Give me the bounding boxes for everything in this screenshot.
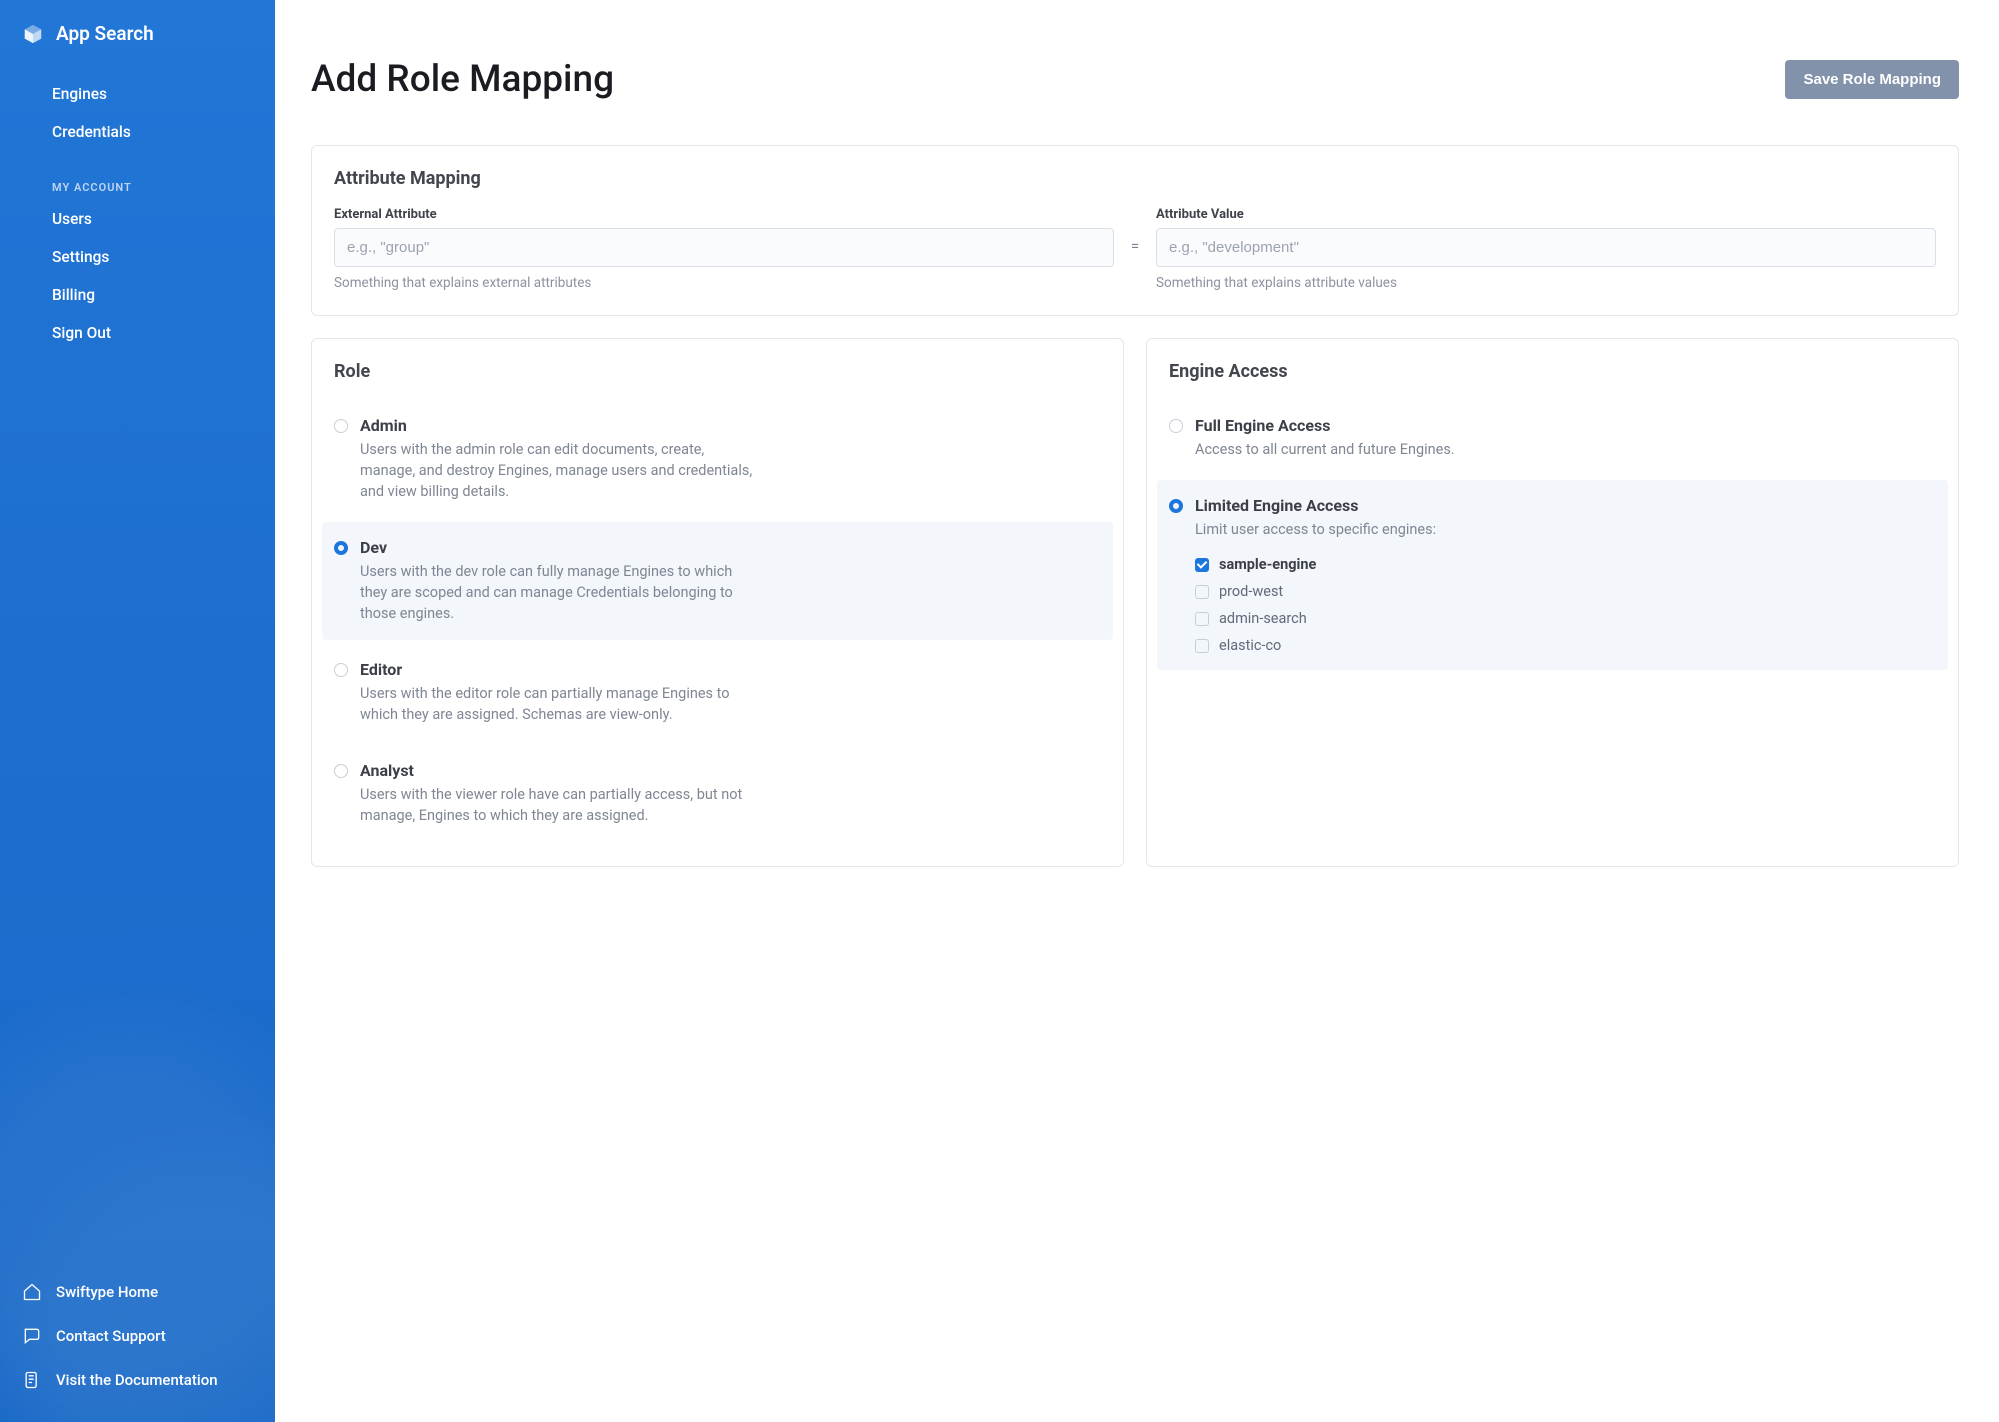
role-radio-list: Admin Users with the admin role can edit … xyxy=(322,400,1113,842)
brand: App Search xyxy=(0,0,275,67)
role-option-title: Dev xyxy=(360,538,1101,557)
radio-body: Full Engine Access Access to all current… xyxy=(1195,416,1936,460)
home-icon xyxy=(22,1282,42,1302)
engine-access-title: Engine Access xyxy=(1169,361,1936,382)
engine-item[interactable]: elastic-co xyxy=(1195,637,1936,654)
engine-item[interactable]: admin-search xyxy=(1195,610,1936,627)
role-option-dev[interactable]: Dev Users with the dev role can fully man… xyxy=(322,522,1113,640)
radio-icon[interactable] xyxy=(334,419,348,433)
role-option-title: Analyst xyxy=(360,761,1101,780)
role-option-title: Admin xyxy=(360,416,1101,435)
role-panel: Role Admin Users with the admin role can … xyxy=(311,338,1124,867)
engine-label: admin-search xyxy=(1219,610,1307,627)
nav-item-billing[interactable]: Billing xyxy=(0,276,275,314)
app-search-box-icon xyxy=(22,23,44,45)
save-role-mapping-button[interactable]: Save Role Mapping xyxy=(1785,60,1959,99)
access-full-desc: Access to all current and future Engines… xyxy=(1195,439,1590,460)
engine-item[interactable]: prod-west xyxy=(1195,583,1936,600)
main-content: Add Role Mapping Save Role Mapping Attri… xyxy=(275,0,1995,1422)
attribute-value-input[interactable] xyxy=(1156,228,1936,267)
footer-label: Swiftype Home xyxy=(56,1283,158,1301)
footer-swiftype-home[interactable]: Swiftype Home xyxy=(0,1270,275,1314)
radio-body: Analyst Users with the viewer role have c… xyxy=(360,761,1101,826)
attribute-mapping-panel: Attribute Mapping External Attribute Som… xyxy=(311,145,1959,316)
attribute-row: External Attribute Something that explai… xyxy=(334,207,1936,291)
role-option-title: Editor xyxy=(360,660,1101,679)
radio-icon[interactable] xyxy=(334,541,348,555)
page-title: Add Role Mapping xyxy=(311,58,614,101)
checkbox-icon[interactable] xyxy=(1195,639,1209,653)
equals-sign: = xyxy=(1128,207,1142,255)
engine-access-panel: Engine Access Full Engine Access Access … xyxy=(1146,338,1959,867)
engine-label: prod-west xyxy=(1219,583,1283,600)
attribute-value-label: Attribute Value xyxy=(1156,207,1936,222)
role-option-editor[interactable]: Editor Users with the editor role can par… xyxy=(322,644,1113,741)
radio-body: Editor Users with the editor role can par… xyxy=(360,660,1101,725)
nav-item-engines[interactable]: Engines xyxy=(0,75,275,113)
attribute-mapping-title: Attribute Mapping xyxy=(334,168,1936,189)
access-full-title: Full Engine Access xyxy=(1195,416,1936,435)
radio-body: Limited Engine Access Limit user access … xyxy=(1195,496,1936,654)
role-option-analyst[interactable]: Analyst Users with the viewer role have c… xyxy=(322,745,1113,842)
role-option-desc: Users with the admin role can edit docum… xyxy=(360,439,755,502)
engine-label: elastic-co xyxy=(1219,637,1281,654)
radio-icon[interactable] xyxy=(1169,499,1183,513)
footer-label: Visit the Documentation xyxy=(56,1371,218,1389)
access-limited-title: Limited Engine Access xyxy=(1195,496,1936,515)
role-option-desc: Users with the dev role can fully manage… xyxy=(360,561,755,624)
engine-item[interactable]: sample-engine xyxy=(1195,556,1936,573)
radio-icon[interactable] xyxy=(1169,419,1183,433)
chat-icon xyxy=(22,1326,42,1346)
checkbox-icon[interactable] xyxy=(1195,612,1209,626)
role-option-admin[interactable]: Admin Users with the admin role can edit … xyxy=(322,400,1113,518)
radio-body: Dev Users with the dev role can fully man… xyxy=(360,538,1101,624)
external-attribute-label: External Attribute xyxy=(334,207,1114,222)
engine-list: sample-engine prod-west admin-search elasti… xyxy=(1195,556,1936,654)
brand-title: App Search xyxy=(56,22,154,45)
radio-body: Admin Users with the admin role can edit … xyxy=(360,416,1101,502)
footer-label: Contact Support xyxy=(56,1327,166,1345)
attribute-value-col: Attribute Value Something that explains … xyxy=(1156,207,1936,291)
radio-icon[interactable] xyxy=(334,764,348,778)
footer-contact-support[interactable]: Contact Support xyxy=(0,1314,275,1358)
role-option-desc: Users with the editor role can partially… xyxy=(360,683,755,725)
nav-item-settings[interactable]: Settings xyxy=(0,238,275,276)
nav-item-users[interactable]: Users xyxy=(0,200,275,238)
nav-account-label: MY ACCOUNT xyxy=(0,167,275,200)
footer-documentation[interactable]: Visit the Documentation xyxy=(0,1358,275,1402)
external-attribute-help: Something that explains external attribu… xyxy=(334,275,1114,291)
radio-icon[interactable] xyxy=(334,663,348,677)
nav-item-sign-out[interactable]: Sign Out xyxy=(0,314,275,352)
sidebar-footer: Swiftype Home Contact Support Visit the … xyxy=(0,1256,275,1422)
external-attribute-input[interactable] xyxy=(334,228,1114,267)
access-radio-list: Full Engine Access Access to all current… xyxy=(1157,400,1948,670)
checkbox-icon[interactable] xyxy=(1195,585,1209,599)
access-option-limited[interactable]: Limited Engine Access Limit user access … xyxy=(1157,480,1948,670)
access-limited-desc: Limit user access to specific engines: xyxy=(1195,519,1590,540)
role-option-desc: Users with the viewer role have can part… xyxy=(360,784,755,826)
nav-main-group: Engines Credentials xyxy=(0,67,275,159)
checkbox-icon[interactable] xyxy=(1195,558,1209,572)
access-option-full[interactable]: Full Engine Access Access to all current… xyxy=(1157,400,1948,476)
nav-item-credentials[interactable]: Credentials xyxy=(0,113,275,151)
docs-icon xyxy=(22,1370,42,1390)
two-column-row: Role Admin Users with the admin role can … xyxy=(311,338,1959,867)
external-attribute-col: External Attribute Something that explai… xyxy=(334,207,1114,291)
nav-account-group: MY ACCOUNT Users Settings Billing Sign O… xyxy=(0,159,275,360)
attribute-value-help: Something that explains attribute values xyxy=(1156,275,1936,291)
page-header: Add Role Mapping Save Role Mapping xyxy=(311,58,1959,101)
sidebar: App Search Engines Credentials MY ACCOUN… xyxy=(0,0,275,1422)
role-panel-title: Role xyxy=(334,361,1101,382)
engine-label: sample-engine xyxy=(1219,556,1316,573)
